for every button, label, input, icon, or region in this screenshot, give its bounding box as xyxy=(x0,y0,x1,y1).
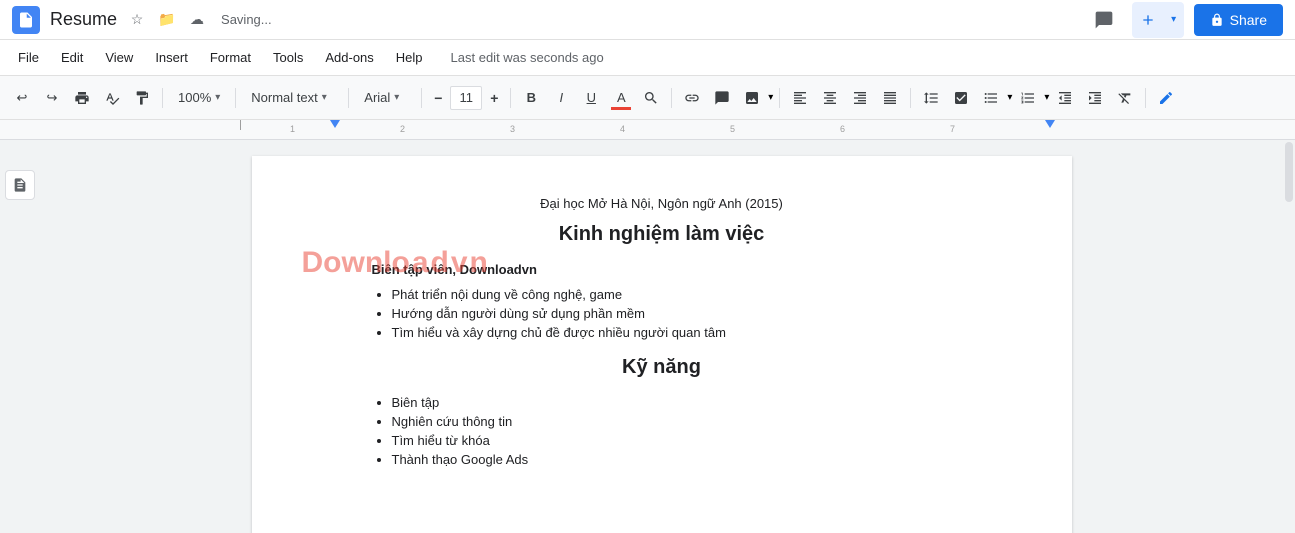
link-button[interactable] xyxy=(678,84,706,112)
ruler-triangle-left xyxy=(330,120,340,128)
undo-button[interactable]: ↩ xyxy=(8,84,36,112)
title-icons: ☆ 📁 ☁ xyxy=(125,8,209,32)
sep8 xyxy=(910,88,911,108)
comments-button[interactable] xyxy=(1086,2,1122,38)
font-arrow: ▾ xyxy=(394,92,399,103)
bold-button[interactable]: B xyxy=(517,84,545,112)
work-item-2: Hướng dẫn người dùng sử dụng phần mềm xyxy=(392,306,972,321)
menu-help[interactable]: Help xyxy=(386,46,433,69)
zoom-value: 100% xyxy=(178,90,211,105)
sep9 xyxy=(1145,88,1146,108)
work-section-title: Kinh nghiệm làm việc xyxy=(352,223,972,246)
menu-view[interactable]: View xyxy=(95,46,143,69)
doc-title: Resume xyxy=(50,9,117,30)
title-bar: Resume ☆ 📁 ☁ Saving... ▾ Share xyxy=(0,0,1295,40)
spell-check-button[interactable] xyxy=(98,84,126,112)
title-bar-right: ▾ Share xyxy=(1086,2,1283,38)
document-outline-button[interactable] xyxy=(5,170,35,200)
cloud-icon[interactable]: ☁ xyxy=(185,8,209,32)
paint-format-button[interactable] xyxy=(128,84,156,112)
font-size-input[interactable] xyxy=(450,86,482,110)
skill-item-1: Biên tập xyxy=(392,395,972,410)
align-right-button[interactable] xyxy=(846,84,874,112)
university-text: Đại học Mở Hà Nội, Ngôn ngữ Anh (2015) xyxy=(352,196,972,211)
app-icon xyxy=(12,6,40,34)
skills-section-title: Kỹ năng xyxy=(352,356,972,379)
ruler: 1 2 3 4 5 6 7 xyxy=(0,120,1295,140)
work-list: Phát triển nội dung về công nghệ, game H… xyxy=(392,287,972,340)
checklist-button[interactable] xyxy=(947,84,975,112)
underline-button[interactable]: U xyxy=(577,84,605,112)
align-center-button[interactable] xyxy=(816,84,844,112)
menu-insert[interactable]: Insert xyxy=(145,46,198,69)
toolbar: ↩ ↪ 100% ▾ Normal text ▾ Arial ▾ − + B I… xyxy=(0,76,1295,120)
style-dropdown[interactable]: Normal text ▾ xyxy=(242,84,342,112)
skill-item-4: Thành thạo Google Ads xyxy=(392,452,972,467)
star-icon[interactable]: ☆ xyxy=(125,8,149,32)
ordered-list-button[interactable] xyxy=(1014,84,1042,112)
sep1 xyxy=(162,88,163,108)
skill-item-3: Tìm hiểu từ khóa xyxy=(392,433,972,448)
bullet-dropdown-arrow[interactable]: ▾ xyxy=(1007,92,1012,103)
skills-list: Biên tập Nghiên cứu thông tin Tìm hiểu t… xyxy=(392,395,972,467)
work-item-3: Tìm hiểu và xây dựng chủ đề được nhiều n… xyxy=(392,325,972,340)
menu-bar: File Edit View Insert Format Tools Add-o… xyxy=(0,40,1295,76)
image-dropdown-arrow[interactable]: ▾ xyxy=(768,92,773,103)
style-value: Normal text xyxy=(251,90,317,105)
left-sidebar xyxy=(0,140,40,533)
ruler-triangle-right xyxy=(1045,120,1055,128)
font-size-decrease[interactable]: − xyxy=(428,86,448,110)
menu-tools[interactable]: Tools xyxy=(263,46,313,69)
font-size-increase[interactable]: + xyxy=(484,86,504,110)
doc-area: Downloadvn Đại học Mở Hà Nội, Ngôn ngữ A… xyxy=(40,140,1283,533)
comment-insert-button[interactable] xyxy=(708,84,736,112)
print-button[interactable] xyxy=(68,84,96,112)
zoom-dropdown[interactable]: 100% ▾ xyxy=(169,84,229,112)
new-document-button[interactable] xyxy=(1132,2,1164,38)
folder-icon[interactable]: 📁 xyxy=(155,8,179,32)
saving-status: Saving... xyxy=(221,12,272,27)
sep2 xyxy=(235,88,236,108)
new-dropdown-arrow[interactable]: ▾ xyxy=(1164,2,1184,38)
last-edit-status: Last edit was seconds ago xyxy=(451,50,604,65)
share-label: Share xyxy=(1230,12,1267,28)
font-dropdown[interactable]: Arial ▾ xyxy=(355,84,415,112)
clear-formatting-button[interactable] xyxy=(1111,84,1139,112)
menu-edit[interactable]: Edit xyxy=(51,46,93,69)
voice-typing-button[interactable] xyxy=(1152,84,1180,112)
sep6 xyxy=(671,88,672,108)
menu-format[interactable]: Format xyxy=(200,46,261,69)
sep7 xyxy=(779,88,780,108)
font-value: Arial xyxy=(364,90,390,105)
font-size-area: − + xyxy=(428,86,504,110)
menu-addons[interactable]: Add-ons xyxy=(315,46,383,69)
align-justify-button[interactable] xyxy=(876,84,904,112)
share-button[interactable]: Share xyxy=(1194,4,1283,36)
job-title: Biên tập viên, Downloadvn xyxy=(372,262,972,277)
line-spacing-button[interactable] xyxy=(917,84,945,112)
increase-indent-button[interactable] xyxy=(1081,84,1109,112)
sep4 xyxy=(421,88,422,108)
ordered-dropdown-arrow[interactable]: ▾ xyxy=(1044,92,1049,103)
right-scrollbar-area xyxy=(1283,140,1295,533)
sep5 xyxy=(510,88,511,108)
doc-page: Downloadvn Đại học Mở Hà Nội, Ngôn ngữ A… xyxy=(252,156,1072,533)
text-color-button[interactable]: A xyxy=(607,84,635,112)
zoom-arrow: ▾ xyxy=(215,92,220,103)
work-item-1: Phát triển nội dung về công nghệ, game xyxy=(392,287,972,302)
align-left-button[interactable] xyxy=(786,84,814,112)
style-arrow: ▾ xyxy=(322,92,327,103)
highlight-button[interactable] xyxy=(637,84,665,112)
scrollbar-thumb[interactable] xyxy=(1285,142,1293,202)
menu-file[interactable]: File xyxy=(8,46,49,69)
image-button[interactable] xyxy=(738,84,766,112)
redo-button[interactable]: ↪ xyxy=(38,84,66,112)
sep3 xyxy=(348,88,349,108)
bullet-list-button[interactable] xyxy=(977,84,1005,112)
decrease-indent-button[interactable] xyxy=(1051,84,1079,112)
italic-button[interactable]: I xyxy=(547,84,575,112)
skill-item-2: Nghiên cứu thông tin xyxy=(392,414,972,429)
